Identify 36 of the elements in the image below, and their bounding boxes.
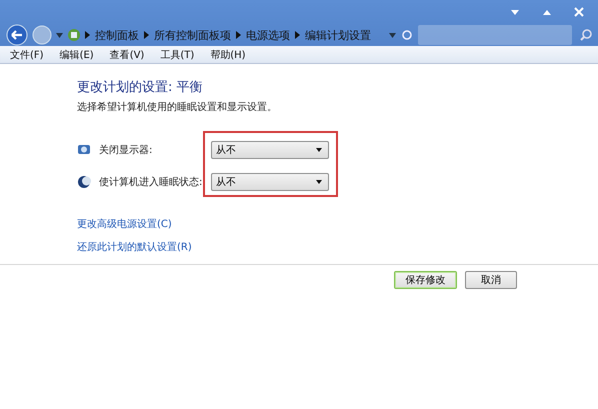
dropdown[interactable]: 从不 xyxy=(211,173,329,191)
menu-item[interactable]: 查看(V) xyxy=(110,48,144,62)
breadcrumb[interactable]: 控制面板 xyxy=(95,28,139,42)
caret-icon xyxy=(316,148,322,152)
chevron-icon xyxy=(144,31,149,39)
breadcrumb[interactable]: 电源选项 xyxy=(246,28,290,42)
chevron-icon xyxy=(295,31,300,39)
close-icon[interactable] xyxy=(574,7,584,17)
chevron-icon xyxy=(85,31,90,39)
refresh-icon[interactable] xyxy=(400,28,414,42)
maximize-icon[interactable] xyxy=(542,8,552,16)
link[interactable]: 还原此计划的默认设置(R) xyxy=(77,240,192,254)
page-description: 选择希望计算机使用的睡眠设置和显示设置。 xyxy=(77,100,278,114)
forward-icon[interactable] xyxy=(32,25,52,45)
breadcrumb[interactable]: 编辑计划设置 xyxy=(305,28,371,42)
menu-item[interactable]: 文件(F) xyxy=(10,48,44,62)
caret-icon xyxy=(316,180,322,184)
menu-item[interactable]: 工具(T) xyxy=(160,48,194,62)
menu-item[interactable]: 帮助(H) xyxy=(210,48,246,62)
link[interactable]: 更改高级电源设置(C) xyxy=(77,217,172,231)
back-icon[interactable] xyxy=(6,24,28,46)
cancel-button[interactable]: 取消 xyxy=(465,271,517,289)
setting-label: 使计算机进入睡眠状态: xyxy=(99,176,203,189)
breadcrumb[interactable]: 所有控制面板项 xyxy=(154,28,231,42)
dropdown[interactable]: 从不 xyxy=(211,141,329,159)
minimize-icon[interactable] xyxy=(510,8,520,16)
search-icon[interactable] xyxy=(580,29,592,41)
menu-item[interactable]: 编辑(E) xyxy=(60,48,94,62)
chevron-icon xyxy=(236,31,241,39)
dropdown-icon[interactable] xyxy=(389,32,396,38)
save-button[interactable]: 保存修改 xyxy=(394,271,457,289)
page-heading: 更改计划的设置: 平衡 xyxy=(77,79,204,96)
setting-label: 关闭显示器: xyxy=(99,144,154,157)
moon-icon xyxy=(77,175,91,189)
dropdown-icon[interactable] xyxy=(56,32,63,38)
monitor-icon xyxy=(77,143,91,157)
